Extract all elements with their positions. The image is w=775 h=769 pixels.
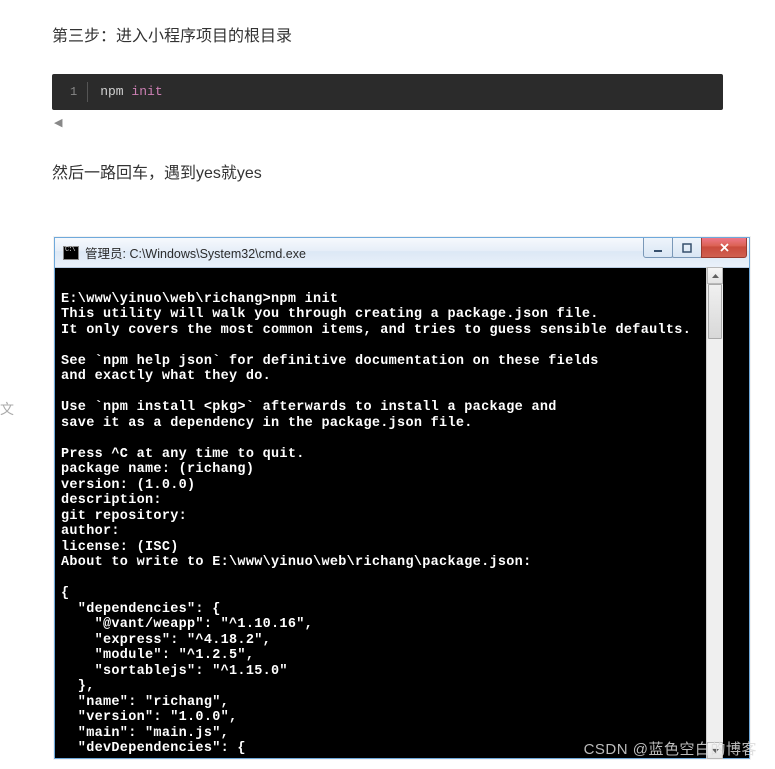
terminal-text: E:\www\yinuo\web\richang>npm init This u… [61, 276, 743, 757]
code-content: npm init [88, 82, 162, 102]
step-heading: 第三步：进入小程序项目的根目录 [52, 22, 723, 46]
truncated-side-text: 文 [0, 402, 14, 416]
minimize-icon [653, 243, 663, 253]
code-block: 1 npm init [52, 74, 723, 110]
code-line-number: 1 [52, 82, 88, 102]
code-token-command: npm [100, 84, 123, 99]
scroll-up-button[interactable] [707, 267, 723, 284]
scroll-down-button[interactable] [707, 742, 723, 759]
code-horizontal-scroll[interactable]: ◀ [52, 114, 723, 129]
maximize-icon [682, 243, 692, 253]
cmd-app-icon [63, 246, 79, 260]
close-button[interactable] [701, 238, 747, 258]
minimize-button[interactable] [643, 238, 673, 258]
chevron-up-icon [712, 274, 719, 278]
close-icon [719, 242, 730, 253]
terminal-output: E:\www\yinuo\web\richang>npm init This u… [55, 268, 749, 758]
screenshot-cmd-window: 管理员: C:\Windows\System32\cmd.exe E:\www\… [52, 237, 723, 759]
scrollbar-track[interactable] [707, 284, 723, 742]
window-title: 管理员: C:\Windows\System32\cmd.exe [85, 243, 644, 262]
window-titlebar[interactable]: 管理员: C:\Windows\System32\cmd.exe [55, 238, 749, 268]
scrollbar-thumb[interactable] [708, 284, 722, 339]
article-body: 第三步：进入小程序项目的根目录 1 npm init ◀ 然后一路回车，遇到ye… [0, 22, 775, 759]
vertical-scrollbar[interactable] [706, 267, 723, 759]
paragraph-text: 然后一路回车，遇到yes就yes [52, 159, 723, 183]
window-control-buttons [644, 238, 749, 267]
code-token-argument: init [131, 84, 162, 99]
maximize-button[interactable] [672, 238, 702, 258]
scroll-left-icon[interactable]: ◀ [52, 116, 64, 129]
chevron-down-icon [712, 749, 719, 753]
